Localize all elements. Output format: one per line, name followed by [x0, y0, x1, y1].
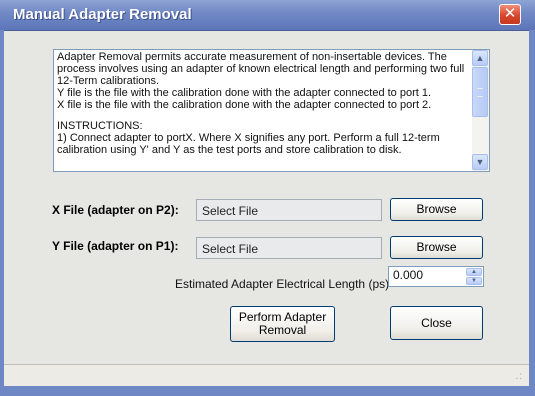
description-line: process involves using an adapter of kno… [57, 63, 465, 75]
description-line: calibration using Y' and Y as the test p… [57, 144, 402, 156]
spin-down-button[interactable]: ▼ [466, 277, 482, 285]
y-file-path-field: Select File [196, 237, 382, 259]
status-bar: .: [4, 364, 529, 386]
description-text: Adapter Removal permits accurate measure… [57, 51, 472, 156]
close-button[interactable]: Close [390, 306, 483, 340]
spin-up-arrow-icon: ▲ [471, 269, 477, 275]
scroll-up-button[interactable]: ▲ [472, 50, 488, 66]
window-frame-right [529, 30, 535, 396]
y-file-browse-button[interactable]: Browse [390, 236, 483, 259]
close-icon: ✕ [503, 5, 517, 22]
scroll-thumb[interactable] [472, 67, 488, 117]
spin-up-button[interactable]: ▲ [466, 268, 482, 276]
scroll-down-button[interactable]: ▼ [472, 154, 488, 170]
spin-down-arrow-icon: ▼ [471, 278, 477, 284]
adapter-length-spinner[interactable]: 0.000 ▲ ▼ [388, 266, 484, 287]
y-file-label: Y File (adapter on P1): [52, 239, 179, 253]
window-frame-bottom [0, 386, 535, 396]
description-line: 1) Connect adapter to portX. Where X sig… [57, 132, 440, 144]
x-file-browse-button[interactable]: Browse [390, 198, 483, 221]
description-line: 12-Term calibrations. [57, 75, 160, 87]
close-window-button[interactable]: ✕ [499, 4, 521, 25]
adapter-length-label: Estimated Adapter Electrical Length (ps) [175, 277, 390, 291]
perform-button-label-line2: Removal [258, 323, 307, 337]
description-line: Y file is the file with the calibration … [57, 87, 432, 99]
spinner-buttons: ▲ ▼ [466, 268, 482, 285]
scroll-up-arrow-icon: ▲ [475, 53, 485, 63]
instructions-heading: INSTRUCTIONS: [57, 120, 143, 132]
description-line: X file is the file with the calibration … [57, 99, 432, 111]
x-file-path-field: Select File [196, 199, 382, 221]
scroll-down-arrow-icon: ▼ [475, 157, 485, 167]
resize-grip-icon[interactable]: .: [515, 371, 523, 382]
adapter-length-value[interactable]: 0.000 [393, 268, 423, 282]
title-bar[interactable]: Manual Adapter Removal ✕ [0, 0, 535, 31]
perform-adapter-removal-button[interactable]: Perform Adapter Removal [230, 306, 335, 342]
window-title: Manual Adapter Removal [13, 6, 192, 23]
description-textbox[interactable]: Adapter Removal permits accurate measure… [53, 49, 490, 172]
manual-adapter-removal-dialog: Manual Adapter Removal ✕ Adapter Removal… [0, 0, 535, 396]
description-scrollbar[interactable]: ▲ ▼ [472, 50, 489, 171]
x-file-label: X File (adapter on P2): [52, 203, 179, 217]
description-line: Adapter Removal permits accurate measure… [57, 51, 447, 63]
